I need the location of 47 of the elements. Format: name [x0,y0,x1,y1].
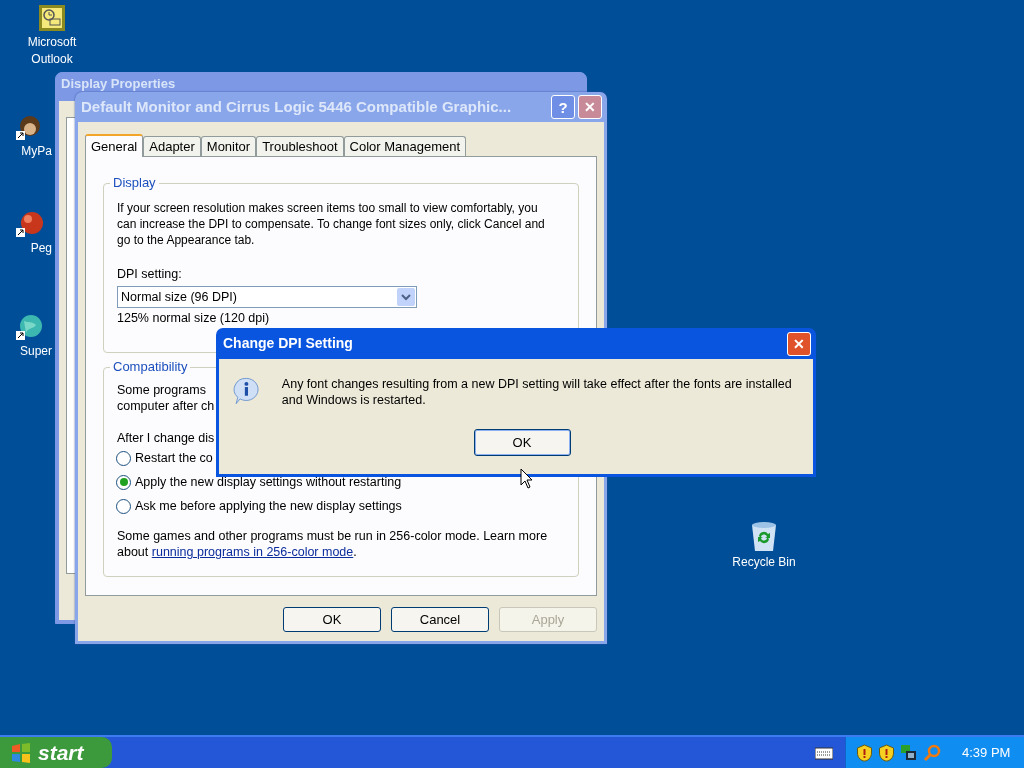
recycle-bin-icon[interactable] [749,520,779,552]
tab[interactable]: Troubleshoot [256,136,344,156]
keyboard-icon[interactable] [815,745,833,760]
close-button[interactable]: ✕ [787,331,811,356]
group-title: Compatibility [110,359,191,375]
group-title: Display [110,175,159,191]
icon-label: Recycle Bin [732,554,796,571]
icon-label: Super [19,343,52,360]
dialog-button[interactable]: OK [283,607,381,632]
icon-label: Peg [30,240,52,257]
radio-label[interactable]: Apply the new display settings without restarting [135,474,402,490]
window-title: Default Monitor and Cirrus Logic 5446 Compatible Graphic... [81,96,512,117]
tab[interactable]: Adapter [143,136,201,156]
dialog-message: Any font changes resulting from a new DPI setting will take effect after the fonts are installed and Windows is restarted. [281,376,793,409]
ball-icon[interactable] [16,210,44,238]
description-text: If your screen resolution makes screen items too small to view comfortably, you can increase the DPI to compensate. To change font sizes only, click Cancel and go to the Appearance tab. [117,200,546,248]
radio-button[interactable] [116,498,131,514]
shield-icon[interactable] [878,743,895,762]
mouse-cursor-icon [520,468,533,489]
icon-label: MyPa [21,143,52,160]
window-title: Display Properties [61,76,176,92]
description-text: Some games and other programs must be run in 256-color mode. Learn more about running programs in 256-color mode. [117,528,549,560]
calendar-clock-icon[interactable] [38,4,66,32]
field-label: DPI setting: [117,266,183,282]
radio-button[interactable] [116,450,131,466]
globe-icon[interactable] [16,313,44,341]
description-text: Some programs [117,382,206,398]
network-icon[interactable] [900,743,918,762]
icon-label: Microsoft Outlook [26,34,78,68]
radio-label[interactable]: Ask me before applying the new display settings [135,498,402,514]
dialog-title: Change DPI Setting [223,334,353,353]
ok-button[interactable]: OK [473,429,571,456]
dpi-note: 125% normal size (120 dpi) [117,310,271,326]
dpi-dropdown[interactable]: Normal size (96 DPI) [117,286,417,308]
shield-icon[interactable] [856,743,873,762]
tab[interactable]: Color Management [343,136,467,156]
windows-flag-icon [10,741,32,764]
radio-label[interactable]: Restart the co [135,450,213,466]
dialog-button[interactable]: Cancel [391,607,489,632]
start-button[interactable]: start [0,737,112,768]
description-text: computer after ch [117,398,215,414]
clock: 4:39 PM [962,743,1011,762]
field-label: After I change dis [117,430,215,446]
tab[interactable]: Monitor [200,136,257,156]
tab[interactable]: General [85,134,144,157]
radio-button[interactable] [116,474,131,490]
chevron-down-icon[interactable] [397,288,415,306]
